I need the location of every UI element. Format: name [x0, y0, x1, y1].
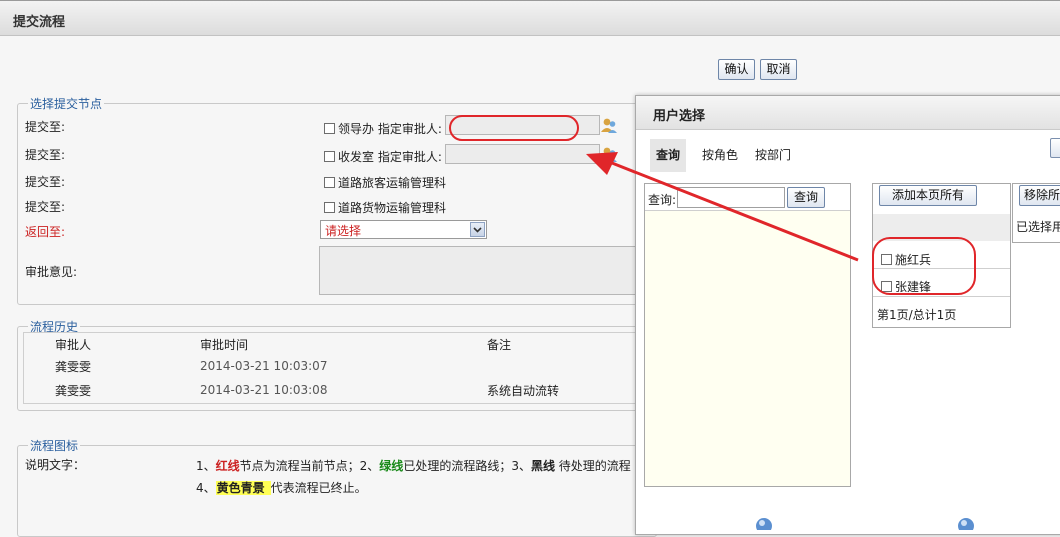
node-option-freight-transport[interactable]: 道路货物运输管理科: [324, 199, 446, 216]
node-checkbox[interactable]: [324, 123, 335, 134]
description-label: 说明文字：: [25, 458, 86, 472]
return-to-select[interactable]: 请选择: [320, 220, 487, 239]
annotation-oval: [449, 115, 579, 141]
node-checkbox[interactable]: [324, 151, 335, 162]
tab-by-role[interactable]: 按角色: [696, 139, 744, 172]
history-cell-time: 2014-03-21 10:03:08: [200, 383, 328, 397]
pagination-text: 第1页/总计1页: [877, 308, 957, 322]
dialog-corner-button[interactable]: [1050, 138, 1060, 158]
opinion-label: 审批意见:: [25, 265, 78, 279]
globe-icon: [756, 518, 772, 530]
diagram-legend: 流程图标: [30, 439, 79, 453]
selected-label: 已选择用: [1016, 220, 1060, 234]
submit-to-label: 提交至:: [25, 200, 66, 214]
node-checkbox[interactable]: [324, 177, 335, 188]
query-pane: 查询: 查询: [644, 183, 851, 487]
globe-icon: [958, 518, 974, 530]
return-to-label: 返回至:: [25, 225, 66, 239]
return-select-value: 请选择: [325, 224, 362, 238]
select-node-legend: 选择提交节点: [30, 97, 103, 111]
history-cell-approver: 龚雯雯: [55, 360, 92, 374]
chevron-down-icon[interactable]: [470, 222, 485, 237]
tab-by-department[interactable]: 按部门: [749, 139, 797, 172]
cancel-button[interactable]: 取消: [760, 59, 797, 80]
node-option-mail-room[interactable]: 收发室 指定审批人:: [324, 148, 442, 165]
select-user-icon[interactable]: [600, 145, 618, 163]
page-title: 提交流程: [13, 15, 66, 30]
node-checkbox[interactable]: [324, 202, 335, 213]
confirm-button[interactable]: 确认: [718, 59, 755, 80]
user-select-dialog: 用户选择 查询 按角色 按部门 查询: 查询 添加本页所有 施红兵 张建锋 第1…: [635, 95, 1060, 535]
query-input[interactable]: [677, 187, 785, 208]
page-header: 提交流程: [0, 0, 1060, 36]
history-header-time: 审批时间: [200, 338, 249, 352]
selected-pane: 移除所 已选择用: [1012, 183, 1060, 243]
history-cell-approver: 龚雯雯: [55, 384, 92, 398]
submit-to-label: 提交至:: [25, 120, 66, 134]
legend-line-1: 1、红线节点为流程当前节点；2、绿线已处理的流程路线；3、黑线 待处理的流程: [196, 459, 631, 473]
add-all-button[interactable]: 添加本页所有: [879, 185, 977, 206]
select-user-icon[interactable]: [600, 116, 618, 134]
query-label: 查询:: [648, 193, 677, 207]
history-header-remark: 备注: [487, 338, 512, 352]
remove-all-button[interactable]: 移除所: [1019, 185, 1060, 206]
node-option-leader-office[interactable]: 领导办 指定审批人:: [324, 120, 442, 137]
node-option-passenger-transport[interactable]: 道路旅客运输管理科: [324, 174, 446, 191]
history-header-approver: 审批人: [55, 338, 92, 352]
mailroom-approver-field[interactable]: [445, 144, 600, 164]
history-cell-remark: 系统自动流转: [487, 384, 560, 398]
dialog-header: 用户选择: [636, 96, 1060, 130]
tab-query[interactable]: 查询: [650, 139, 687, 172]
history-cell-time: 2014-03-21 10:03:07: [200, 359, 328, 373]
list-divider: [873, 296, 1010, 297]
dialog-title: 用户选择: [653, 109, 706, 124]
opinion-textarea[interactable]: [319, 246, 649, 295]
submit-to-label: 提交至:: [25, 175, 66, 189]
annotation-oval: [872, 237, 976, 295]
legend-line-2: 4、黄色青景 代表流程已终止。: [196, 481, 367, 495]
query-button[interactable]: 查询: [787, 187, 825, 208]
submit-to-label: 提交至:: [25, 148, 66, 162]
